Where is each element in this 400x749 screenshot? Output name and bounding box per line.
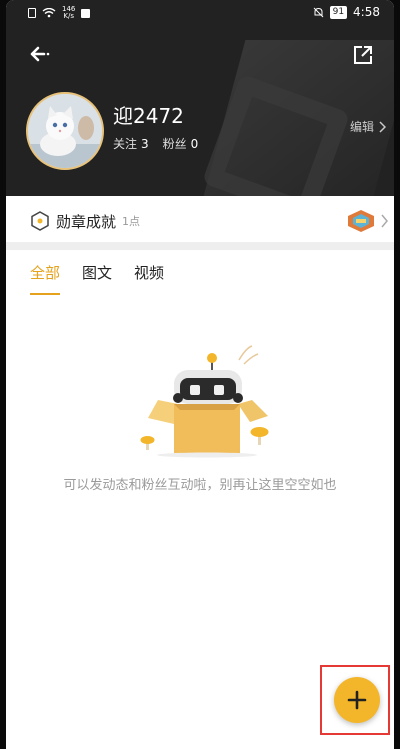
tab-all[interactable]: 全部 bbox=[30, 262, 61, 295]
notification-icon bbox=[81, 8, 91, 18]
content-tabs: 全部 图文 视频 bbox=[30, 262, 164, 295]
wifi-icon bbox=[42, 8, 56, 18]
follow-stats: 关注 3 粉丝 0 bbox=[113, 135, 198, 152]
mute-icon bbox=[313, 7, 323, 17]
badge-achievements-row[interactable]: 勋章成就 1点 bbox=[6, 200, 394, 250]
profile-screen: 146 K/s 91 4:58 迎2472 关注 3 粉丝 0 编辑 勋章成就 … bbox=[6, 0, 394, 749]
badge-title: 勋章成就 bbox=[56, 212, 117, 231]
fab-highlight-box bbox=[320, 665, 390, 735]
badge-points: 1点 bbox=[122, 215, 141, 228]
network-speed: 146 K/s bbox=[62, 5, 76, 20]
chevron-right-icon bbox=[379, 120, 386, 133]
avatar[interactable] bbox=[26, 92, 104, 170]
clock: 4:58 bbox=[353, 5, 380, 19]
create-post-button[interactable] bbox=[334, 677, 380, 723]
username: 迎2472 bbox=[113, 104, 184, 128]
edit-label: 编辑 bbox=[349, 120, 374, 134]
status-bar: 146 K/s 91 4:58 bbox=[6, 0, 394, 24]
tab-images-text[interactable]: 图文 bbox=[82, 262, 112, 295]
chevron-right-icon bbox=[381, 214, 388, 228]
edit-profile-button[interactable]: 编辑 bbox=[350, 118, 386, 135]
back-arrow-icon[interactable] bbox=[26, 40, 54, 68]
battery-indicator: 91 bbox=[329, 5, 348, 19]
fans-stat[interactable]: 粉丝 0 bbox=[163, 135, 199, 152]
tab-videos[interactable]: 视频 bbox=[134, 262, 164, 295]
profile-header: 146 K/s 91 4:58 迎2472 关注 3 粉丝 0 编辑 bbox=[6, 0, 394, 196]
plus-icon bbox=[347, 690, 367, 710]
sim-icon bbox=[28, 8, 36, 18]
kitten-image bbox=[28, 94, 102, 168]
empty-state-message: 可以发动态和粉丝互动啦，别再让这里空空如也 bbox=[63, 478, 337, 493]
follow-stat[interactable]: 关注 3 bbox=[113, 135, 149, 152]
hexagon-badge-icon bbox=[31, 211, 49, 231]
share-icon[interactable] bbox=[352, 44, 374, 66]
badge-medal-icon bbox=[348, 210, 374, 232]
empty-box-illustration bbox=[140, 345, 269, 458]
